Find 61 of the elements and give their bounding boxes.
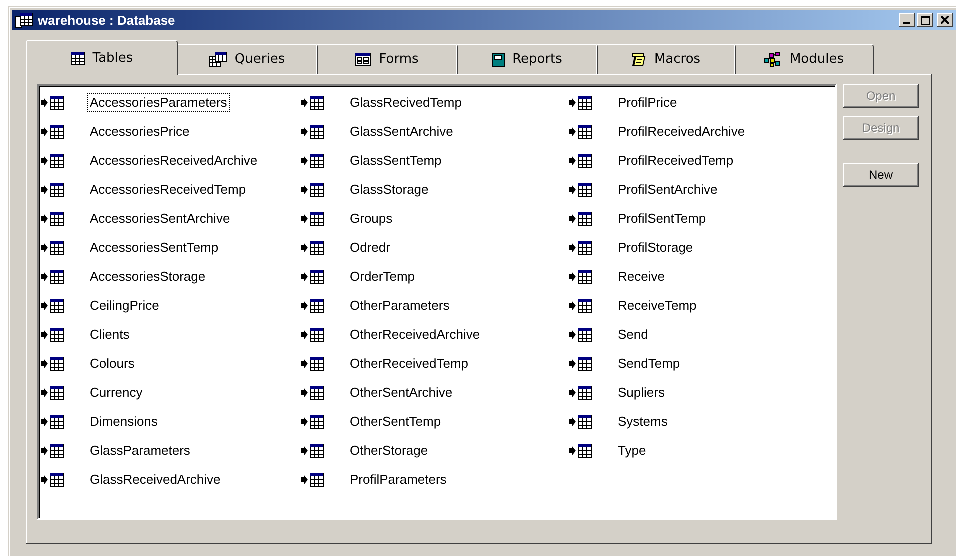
- form-icon: [355, 53, 372, 66]
- table-name[interactable]: Systems: [615, 412, 671, 431]
- scroll-icon: [631, 52, 646, 66]
- table-name[interactable]: Odredr: [347, 238, 394, 257]
- close-button[interactable]: [937, 13, 953, 27]
- table-name[interactable]: GlassReceivedArchive: [87, 470, 224, 489]
- table-name[interactable]: ProfilReceivedTemp: [615, 151, 737, 170]
- table-name[interactable]: GlassSentArchive: [347, 122, 456, 141]
- table-name[interactable]: AccessoriesPrice: [87, 122, 193, 141]
- table-name[interactable]: ProfilSentTemp: [615, 209, 710, 228]
- tab[interactable]: Reports: [456, 44, 598, 74]
- table-name[interactable]: AccessoriesSentTemp: [87, 238, 222, 257]
- table-name[interactable]: OtherParameters: [347, 296, 453, 315]
- table-name[interactable]: ProfilReceivedArchive: [615, 122, 748, 141]
- table-name[interactable]: OtherReceivedArchive: [347, 325, 484, 344]
- table-name[interactable]: Send: [615, 325, 652, 344]
- tab[interactable]: Modules: [734, 44, 874, 74]
- table-name[interactable]: OtherStorage: [347, 441, 432, 460]
- table-name[interactable]: AccessoriesParameters: [87, 93, 230, 112]
- table-name[interactable]: OtherSentTemp: [347, 412, 444, 431]
- table-name[interactable]: ProfilPrice: [615, 93, 680, 112]
- table-name[interactable]: Clients: [87, 325, 133, 344]
- maximize-button[interactable]: [917, 13, 933, 27]
- table-name[interactable]: Receive: [615, 267, 668, 286]
- table-name[interactable]: AccessoriesSentArchive: [87, 209, 234, 228]
- table-name[interactable]: AccessoriesStorage: [87, 267, 209, 286]
- action-button[interactable]: New: [843, 163, 919, 187]
- close-icon: [941, 16, 949, 24]
- tab[interactable]: Queries: [176, 44, 318, 74]
- table-name[interactable]: GlassSentTemp: [347, 151, 445, 170]
- table-name[interactable]: ProfilParameters: [347, 470, 450, 489]
- report-icon: [492, 52, 505, 66]
- table-name[interactable]: GlassRecivedTemp: [347, 93, 465, 112]
- table-name[interactable]: GlassStorage: [347, 180, 432, 199]
- modules-icon: [764, 52, 782, 68]
- window-title: warehouse : Database: [38, 12, 176, 28]
- table-icon: [70, 52, 85, 64]
- table-name[interactable]: Colours: [87, 354, 138, 373]
- table-name[interactable]: AccessoriesReceivedArchive: [87, 151, 261, 170]
- table-name[interactable]: Type: [615, 441, 650, 460]
- tab[interactable]: Macros: [596, 44, 736, 74]
- table-name[interactable]: CeilingPrice: [87, 296, 162, 315]
- minimize-button[interactable]: [899, 13, 915, 27]
- tab[interactable]: Forms: [316, 44, 458, 74]
- maximize-icon: [920, 16, 930, 24]
- table-name[interactable]: Dimensions: [87, 412, 161, 431]
- query-icon: [208, 52, 227, 67]
- database-icon: [15, 12, 33, 28]
- table-name[interactable]: GlassParameters: [87, 441, 194, 460]
- table-name[interactable]: OrderTemp: [347, 267, 418, 286]
- table-name[interactable]: Currency: [87, 383, 146, 402]
- table-name[interactable]: OtherSentArchive: [347, 383, 456, 402]
- table-name[interactable]: SendTemp: [615, 354, 684, 373]
- table-name[interactable]: OtherReceivedTemp: [347, 354, 472, 373]
- table-name[interactable]: Supliers: [615, 383, 668, 402]
- table-name[interactable]: ProfilSentArchive: [615, 180, 721, 199]
- table-name[interactable]: Groups: [347, 209, 396, 228]
- table-name[interactable]: ReceiveTemp: [615, 296, 700, 315]
- table-name[interactable]: AccessoriesReceivedTemp: [87, 180, 250, 199]
- table-name[interactable]: ProfilStorage: [615, 238, 696, 257]
- tab[interactable]: Tables: [26, 40, 178, 75]
